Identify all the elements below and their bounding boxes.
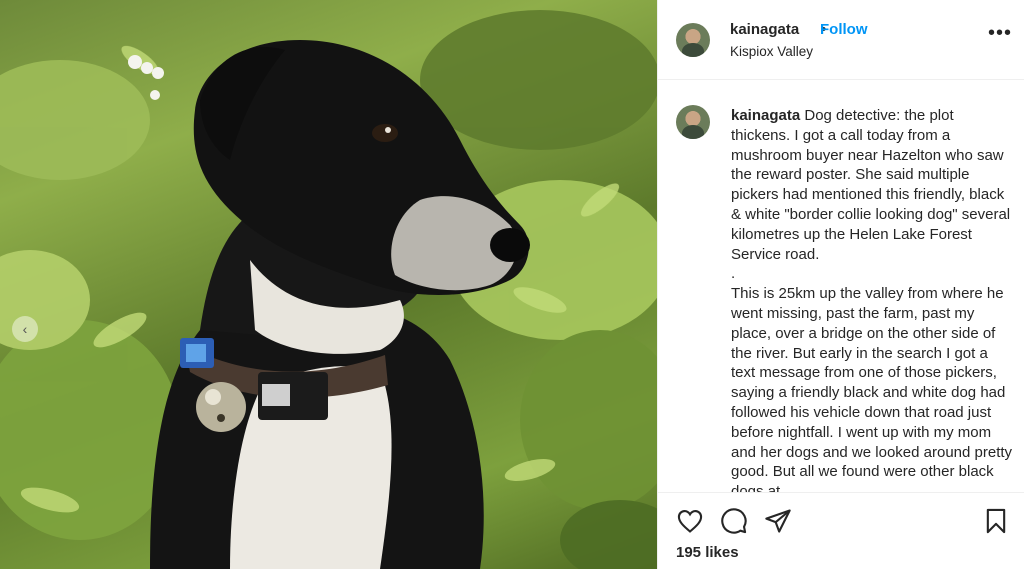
heart-icon[interactable]: [676, 507, 704, 535]
dog-photo: [0, 10, 657, 569]
post-actions: 195 likes: [658, 492, 1024, 569]
avatar[interactable]: [676, 23, 710, 57]
post-photo[interactable]: ‹: [0, 0, 657, 569]
post-caption: kainagata Dog detective: the plot thicke…: [731, 106, 1016, 492]
post-header: kainagata • Follow Kispiox Valley •••: [658, 0, 1024, 80]
bookmark-icon[interactable]: [982, 507, 1010, 535]
carousel-prev-button[interactable]: ‹: [12, 316, 38, 342]
likes-count[interactable]: 195 likes: [676, 544, 739, 561]
caption-username[interactable]: kainagata: [731, 107, 800, 124]
chevron-left-icon: ‹: [22, 321, 28, 337]
header-username[interactable]: kainagata: [730, 21, 799, 38]
caption-text: Dog detective: the plot thickens. I got …: [731, 107, 1013, 492]
paper-plane-icon[interactable]: [764, 507, 792, 535]
caption-avatar[interactable]: [676, 105, 710, 139]
post-side-panel: kainagata • Follow Kispiox Valley ••• ka…: [657, 0, 1024, 569]
comment-icon[interactable]: [720, 507, 748, 535]
more-options-icon[interactable]: •••: [988, 23, 1012, 43]
comments-area[interactable]: kainagata Dog detective: the plot thicke…: [658, 81, 1024, 492]
location-link[interactable]: Kispiox Valley: [730, 44, 813, 59]
follow-button[interactable]: Follow: [820, 21, 868, 38]
